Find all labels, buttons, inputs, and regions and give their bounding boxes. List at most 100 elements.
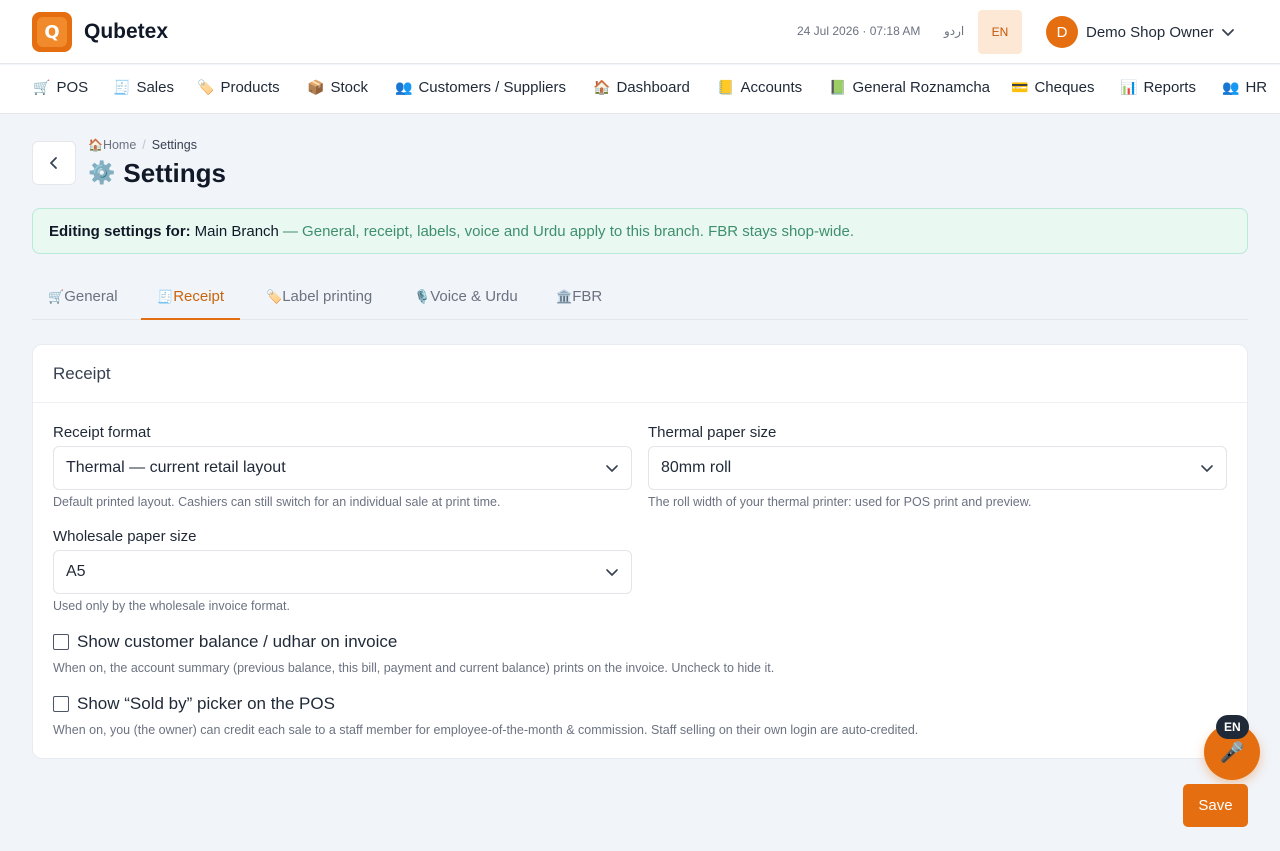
tag-icon: 🏷️: [266, 290, 283, 305]
card-heading: Receipt: [33, 345, 1247, 403]
nav-item-label: Stock: [330, 79, 368, 96]
nav-item-cheques[interactable]: 💳 Cheques: [1011, 79, 1094, 96]
nav-item-label: General Roznamcha: [852, 79, 991, 96]
brand-logo[interactable]: Q: [32, 12, 72, 52]
breadcrumb-home-label: Home: [102, 138, 137, 152]
show-balance-label[interactable]: Show customer balance / udhar on invoice: [77, 632, 397, 652]
chevron-down-icon[interactable]: [1220, 24, 1236, 40]
chevron-left-icon: [50, 157, 57, 169]
breadcrumb-current: Settings: [151, 138, 197, 152]
cart-icon: 🛒: [33, 79, 51, 96]
receipt-format-label: Receipt format: [53, 424, 151, 441]
cart-icon: 🛒: [48, 290, 65, 305]
bar-chart-icon: 📊: [1120, 79, 1138, 96]
nav-item-label: HR: [1245, 79, 1268, 96]
tab-label-printing[interactable]: 🏷️Label printing: [250, 278, 388, 320]
show-balance-option[interactable]: Show customer balance / udhar on invoice: [53, 632, 397, 652]
home-icon: 🏠: [88, 138, 103, 152]
breadcrumb: 🏠Home / Settings: [88, 138, 197, 152]
sold-by-option[interactable]: Show “Sold by” picker on the POS: [53, 694, 335, 714]
people-icon: 👥: [395, 79, 413, 96]
user-avatar[interactable]: D: [1046, 16, 1078, 48]
receipt-settings-card: Receipt Receipt format Thermal — current…: [32, 344, 1248, 759]
banner-branch-name: Main Branch: [194, 222, 279, 240]
breadcrumb-separator: /: [142, 138, 146, 152]
gear-icon: ⚙️: [88, 161, 116, 186]
breadcrumb-home[interactable]: 🏠Home: [88, 138, 136, 152]
voice-language-badge: EN: [1216, 715, 1249, 739]
package-icon: 📦: [307, 79, 325, 96]
language-urdu-button[interactable]: اردو: [944, 24, 964, 38]
wholesale-paper-value: A5: [66, 563, 86, 580]
user-menu-name[interactable]: Demo Shop Owner: [1086, 24, 1214, 41]
nav-item-label: Accounts: [740, 79, 803, 96]
tab-label: General: [64, 288, 118, 305]
thermal-paper-label: Thermal paper size: [648, 424, 777, 441]
wholesale-paper-select[interactable]: A5: [53, 550, 632, 594]
nav-item-label: Products: [220, 79, 280, 96]
brand-logo-initial: Q: [37, 17, 67, 47]
page-title: ⚙️ Settings: [88, 158, 226, 189]
nav-item-hr[interactable]: 👥 HR: [1222, 79, 1267, 96]
current-datetime: 24 Jul 2026 · 07:18 AM: [797, 24, 921, 38]
branch-banner: Editing settings for: Main Branch — Gene…: [32, 208, 1248, 254]
nav-item-stock[interactable]: 📦 Stock: [307, 79, 368, 96]
tab-label: FBR: [572, 288, 603, 305]
back-button[interactable]: [32, 141, 76, 185]
thermal-paper-select[interactable]: 80mm roll: [648, 446, 1227, 490]
nav-item-label: Dashboard: [616, 79, 690, 96]
language-english-button[interactable]: EN: [978, 10, 1022, 54]
nav-item-pos[interactable]: 🛒 POS: [33, 79, 88, 96]
chevron-down-icon: [606, 569, 618, 576]
settings-tabs: 🛒General 🧾Receipt 🏷️Label printing 🎙️Voi…: [32, 278, 1248, 320]
nav-item-label: Cheques: [1034, 79, 1095, 96]
nav-item-sales[interactable]: 🧾 Sales: [113, 79, 174, 96]
main-nav: 🛒 POS 🧾 Sales 🏷️ Products 📦 Stock 👥 Cust…: [0, 65, 1280, 114]
microphone-icon: 🎤: [1219, 740, 1245, 764]
receipt-format-help: Default printed layout. Cashiers can sti…: [53, 495, 501, 509]
nav-item-general-roznamcha[interactable]: 📗 General Roznamcha: [829, 79, 990, 96]
show-balance-help: When on, the account summary (previous b…: [53, 661, 775, 675]
green-book-icon: 📗: [829, 79, 847, 96]
nav-item-reports[interactable]: 📊 Reports: [1120, 79, 1196, 96]
banner-description: — General, receipt, labels, voice and Ur…: [282, 222, 854, 240]
wholesale-paper-help: Used only by the wholesale invoice forma…: [53, 599, 290, 613]
ledger-icon: 📒: [717, 79, 735, 96]
show-balance-checkbox[interactable]: [53, 634, 69, 650]
page-title-text: Settings: [123, 158, 226, 188]
wholesale-paper-label: Wholesale paper size: [53, 528, 197, 545]
tab-fbr[interactable]: 🏛️FBR: [540, 278, 618, 320]
sold-by-label[interactable]: Show “Sold by” picker on the POS: [77, 694, 335, 714]
receipt-icon: 🧾: [113, 79, 131, 96]
nav-item-label: Reports: [1143, 79, 1196, 96]
nav-item-dashboard[interactable]: 🏠 Dashboard: [593, 79, 690, 96]
thermal-paper-value: 80mm roll: [661, 459, 732, 476]
tag-icon: 🏷️: [197, 79, 215, 96]
credit-card-icon: 💳: [1011, 79, 1029, 96]
sold-by-checkbox[interactable]: [53, 696, 69, 712]
receipt-icon: 🧾: [157, 290, 174, 305]
tab-label: Voice & Urdu: [430, 288, 518, 305]
bank-icon: 🏛️: [556, 290, 573, 305]
nav-item-accounts[interactable]: 📒 Accounts: [717, 79, 802, 96]
nav-item-label: Customers / Suppliers: [418, 79, 566, 96]
save-button[interactable]: Save: [1183, 784, 1248, 827]
people-icon: 👥: [1222, 79, 1240, 96]
nav-item-customers-suppliers[interactable]: 👥 Customers / Suppliers: [395, 79, 566, 96]
thermal-paper-help: The roll width of your thermal printer: …: [648, 495, 1032, 509]
microphone-icon: 🎙️: [414, 290, 431, 305]
tab-label: Receipt: [173, 288, 225, 305]
tab-voice-urdu[interactable]: 🎙️Voice & Urdu: [398, 278, 534, 320]
receipt-format-select[interactable]: Thermal — current retail layout: [53, 446, 632, 490]
banner-label: Editing settings for:: [49, 222, 191, 240]
receipt-format-value: Thermal — current retail layout: [66, 459, 286, 476]
tab-general[interactable]: 🛒General: [32, 278, 134, 320]
top-header: Q Qubetex 24 Jul 2026 · 07:18 AM اردو EN…: [0, 0, 1280, 64]
tab-receipt[interactable]: 🧾Receipt: [141, 278, 241, 320]
brand-name: Qubetex: [84, 20, 169, 43]
sold-by-help: When on, you (the owner) can credit each…: [53, 723, 919, 737]
nav-item-products[interactable]: 🏷️ Products: [197, 79, 280, 96]
home-icon: 🏠: [593, 79, 611, 96]
nav-item-label: Sales: [136, 79, 174, 96]
chevron-down-icon: [1201, 465, 1213, 472]
